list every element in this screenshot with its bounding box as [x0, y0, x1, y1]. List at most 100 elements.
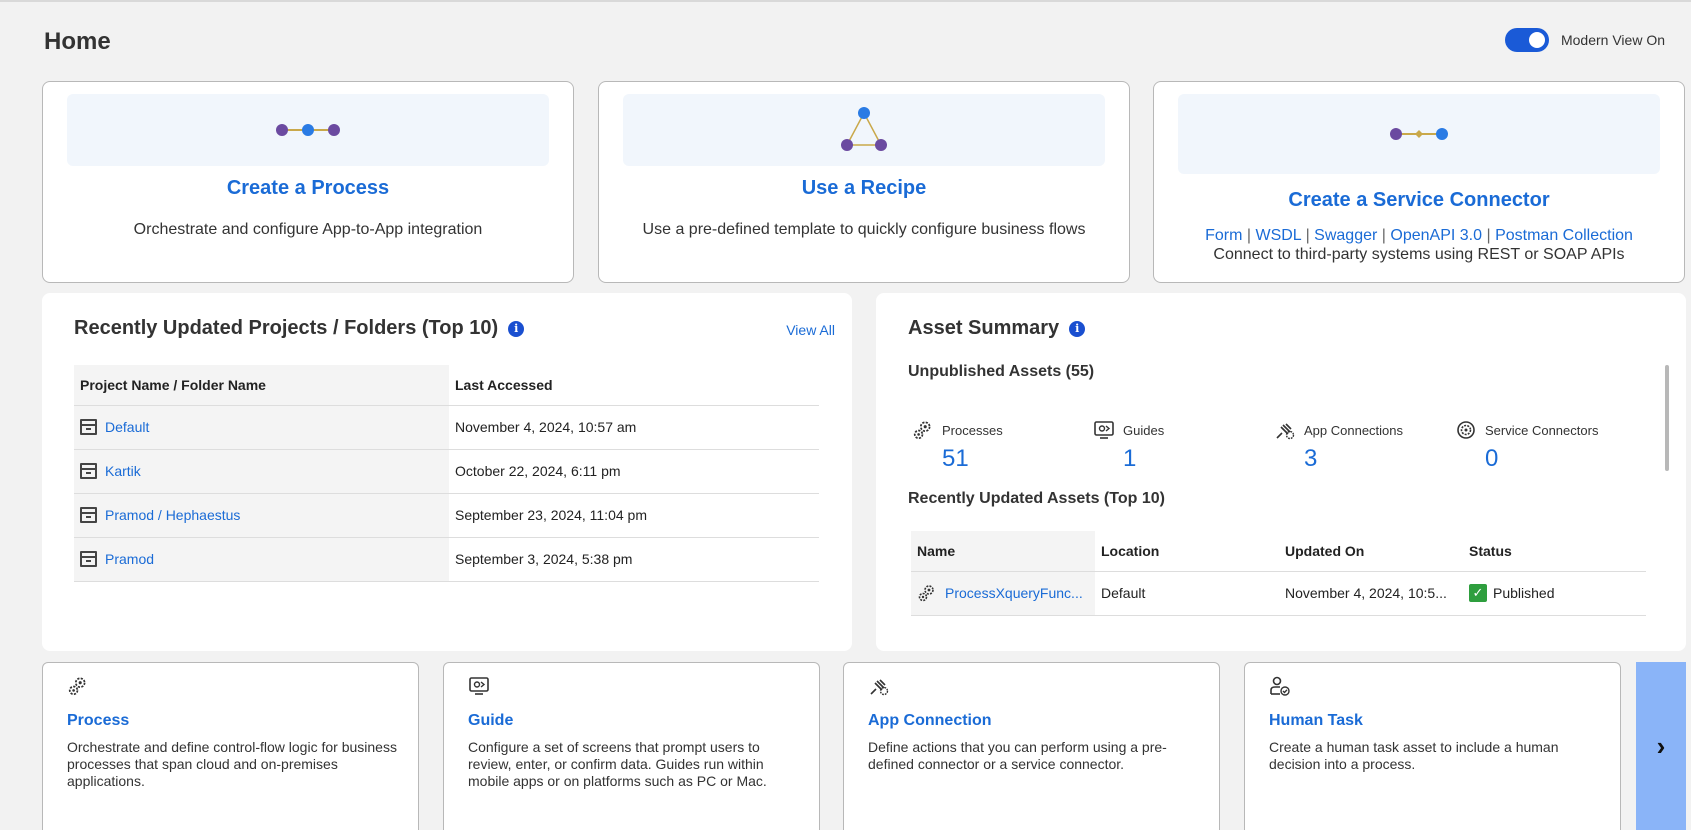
project-link[interactable]: Pramod / Hephaestus: [105, 507, 240, 523]
last-accessed: September 23, 2024, 11:04 pm: [449, 493, 819, 538]
table-row[interactable]: Pramod September 3, 2024, 5:38 pm: [74, 537, 819, 582]
page-title: Home: [44, 28, 111, 55]
process-flow-icon: [276, 124, 340, 136]
service-gear-icon: [1457, 421, 1475, 439]
projects-table: Project Name / Folder Name Last Accessed…: [74, 365, 819, 582]
info-icon[interactable]: i: [508, 320, 525, 337]
tile-create-service-connector[interactable]: Create a Service Connector Form | WSDL |…: [1153, 81, 1685, 283]
projects-title-text: Recently Updated Projects / Folders (Top…: [74, 317, 499, 339]
stat-value[interactable]: 3: [1304, 445, 1444, 473]
table-header-row: Name Location Updated On Status: [911, 531, 1646, 572]
table-row[interactable]: Kartik October 22, 2024, 6:11 pm: [74, 449, 819, 494]
chevron-right-icon: ›: [1656, 730, 1666, 761]
stat-guides[interactable]: Guides 1: [1093, 419, 1263, 473]
card-human-task[interactable]: Human Task Create a human task asset to …: [1244, 662, 1621, 830]
card-description: Configure a set of screens that prompt u…: [468, 739, 767, 789]
tile-title[interactable]: Create a Service Connector: [1154, 189, 1684, 212]
link-postman[interactable]: Postman Collection: [1495, 227, 1633, 244]
stat-label: Processes: [942, 422, 1003, 438]
carousel-next-button[interactable]: ›: [1636, 662, 1686, 830]
tile-banner: [67, 94, 549, 166]
column-header[interactable]: Last Accessed: [449, 365, 819, 406]
assets-table: Name Location Updated On Status ProcessX…: [911, 531, 1646, 616]
link-separator: |: [1246, 227, 1252, 244]
asset-panel-title: Asset Summary i: [908, 317, 1086, 340]
stat-service-connectors[interactable]: Service Connectors 0: [1455, 419, 1625, 473]
card-title[interactable]: Process: [67, 712, 129, 730]
table-row[interactable]: Pramod / Hephaestus September 23, 2024, …: [74, 493, 819, 538]
tile-title[interactable]: Use a Recipe: [599, 177, 1129, 200]
stat-value[interactable]: 0: [1485, 445, 1625, 473]
card-title[interactable]: App Connection: [868, 712, 992, 730]
column-header[interactable]: Status: [1463, 531, 1646, 572]
project-link[interactable]: Default: [105, 419, 149, 435]
column-header[interactable]: Location: [1095, 531, 1279, 572]
asset-title-text: Asset Summary: [908, 317, 1060, 339]
guide-screen-icon: [469, 677, 489, 695]
stat-value[interactable]: 51: [942, 445, 1082, 473]
card-app-connection[interactable]: App Connection Define actions that you c…: [843, 662, 1220, 830]
app-connection-icon: [1276, 423, 1295, 440]
top-border: [0, 0, 1691, 2]
column-header[interactable]: Name: [911, 531, 1095, 572]
archive-icon: [80, 507, 97, 523]
tile-description: Connect to third-party systems using RES…: [1213, 246, 1625, 263]
gears-icon: [68, 677, 86, 696]
archive-icon: [80, 463, 97, 479]
link-separator: |: [1486, 227, 1491, 244]
card-title[interactable]: Human Task: [1269, 712, 1363, 730]
link-form[interactable]: Form: [1205, 227, 1242, 244]
connector-links: Form | WSDL | Swagger | OpenAPI 3.0 | Po…: [1154, 227, 1684, 245]
table-row[interactable]: ProcessXqueryFunc... Default November 4,…: [911, 571, 1646, 616]
human-task-icon: [1270, 676, 1290, 696]
modern-view-toggle[interactable]: [1504, 28, 1549, 52]
view-all-link[interactable]: View All: [786, 322, 835, 338]
modern-view-label: Modern View On: [1560, 32, 1665, 48]
tile-description: Orchestrate and configure App-to-App int…: [133, 221, 483, 238]
stat-value[interactable]: 1: [1123, 445, 1263, 473]
tile-title[interactable]: Create a Process: [43, 177, 573, 200]
card-title[interactable]: Guide: [468, 712, 513, 730]
asset-link[interactable]: ProcessXqueryFunc...: [945, 585, 1083, 601]
stat-label: App Connections: [1304, 422, 1404, 438]
project-link[interactable]: Pramod: [105, 551, 154, 567]
link-openapi[interactable]: OpenAPI 3.0: [1390, 227, 1482, 244]
project-link[interactable]: Kartik: [105, 463, 141, 479]
tile-use-recipe[interactable]: Use a Recipe Use a pre-defined template …: [598, 81, 1130, 283]
tile-description: Use a pre-defined template to quickly co…: [642, 221, 1086, 238]
table-row[interactable]: Default November 4, 2024, 10:57 am: [74, 405, 819, 450]
card-description: Define actions that you can perform usin…: [868, 739, 1167, 772]
stat-processes[interactable]: Processes 51: [912, 419, 1082, 473]
archive-icon: [80, 551, 97, 567]
archive-icon: [80, 419, 97, 435]
unpublished-assets-heading: Unpublished Assets (55): [908, 363, 1095, 380]
guide-screen-icon: [1094, 421, 1114, 439]
service-connector-icon: [1390, 128, 1448, 140]
asset-panel-scrollbar[interactable]: [1665, 365, 1669, 471]
check-icon: ✓: [1469, 584, 1487, 602]
gears-icon: [918, 585, 934, 602]
link-swagger[interactable]: Swagger: [1314, 227, 1377, 244]
gears-icon: [913, 421, 931, 440]
projects-panel-title: Recently Updated Projects / Folders (Top…: [74, 317, 525, 340]
stat-label: Service Connectors: [1485, 422, 1599, 438]
stat-app-connections[interactable]: App Connections 3: [1274, 419, 1444, 473]
info-icon[interactable]: i: [1069, 320, 1086, 337]
link-separator: |: [1305, 227, 1310, 244]
card-guide[interactable]: Guide Configure a set of screens that pr…: [443, 662, 820, 830]
column-header[interactable]: Project Name / Folder Name: [74, 365, 449, 406]
column-header[interactable]: Updated On: [1279, 531, 1463, 572]
asset-updated: November 4, 2024, 10:5...: [1279, 571, 1463, 616]
card-description: Orchestrate and define control-flow logi…: [67, 739, 397, 789]
card-process[interactable]: Process Orchestrate and define control-f…: [42, 662, 419, 830]
link-separator: |: [1381, 227, 1386, 244]
link-wsdl[interactable]: WSDL: [1255, 227, 1301, 244]
tile-banner: [623, 94, 1105, 166]
card-description: Create a human task asset to include a h…: [1269, 739, 1559, 772]
recipe-triangle-icon: [841, 107, 887, 151]
toggle-knob: [1528, 32, 1545, 48]
recent-projects-panel: Recently Updated Projects / Folders (Top…: [42, 293, 852, 651]
tile-create-process[interactable]: Create a Process Orchestrate and configu…: [42, 81, 574, 283]
last-accessed: October 22, 2024, 6:11 pm: [449, 449, 819, 494]
app-connection-icon: [870, 679, 889, 696]
